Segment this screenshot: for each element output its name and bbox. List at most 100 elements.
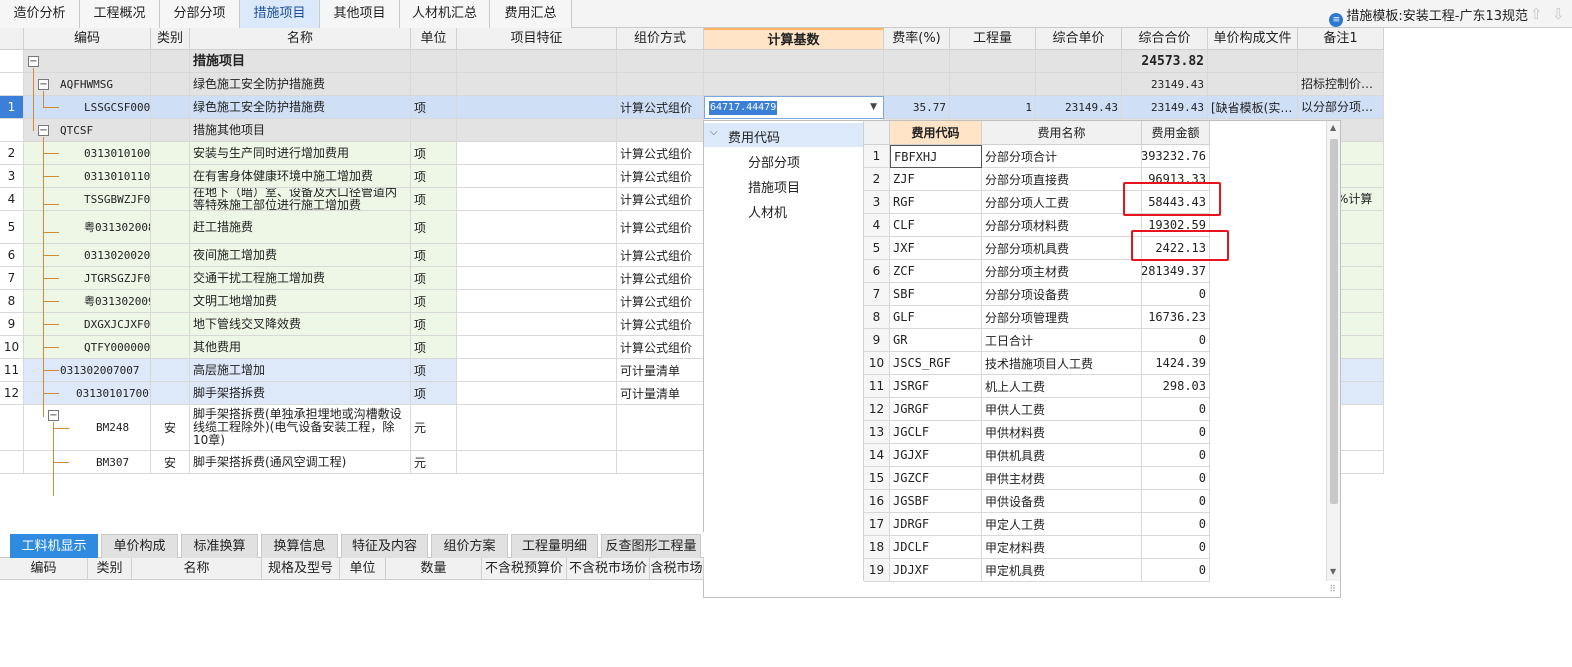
popup-fee-code[interactable]: JGCLF [890, 421, 982, 444]
popup-fee-code[interactable]: GR [890, 329, 982, 352]
column-header-7[interactable]: 计算基数 [704, 28, 884, 50]
column-header-9[interactable]: 工程量 [950, 28, 1036, 50]
scroll-thumb[interactable] [1330, 139, 1338, 504]
cell-uprice[interactable] [1036, 50, 1122, 73]
popup-fee-amount[interactable]: 0 [1142, 490, 1210, 513]
popup-fee-code[interactable]: JSCS_RGF [890, 352, 982, 375]
popup-fee-code[interactable]: JGSBF [890, 490, 982, 513]
cell-unit[interactable]: 项 [411, 290, 457, 313]
cell-name[interactable]: 绿色施工安全防护措施费 [190, 96, 411, 119]
cell-rate[interactable] [884, 50, 950, 73]
cell-note[interactable]: 以分部分项… [1298, 96, 1384, 119]
cell-name[interactable]: 其他费用 [190, 336, 411, 359]
cell-type[interactable] [151, 244, 190, 267]
cell-note[interactable]: 招标控制价… [1298, 73, 1384, 96]
cell-rate[interactable]: 35.77 [884, 96, 950, 119]
bottom-header-1[interactable]: 类别 [88, 558, 132, 580]
cell-type[interactable] [151, 290, 190, 313]
cell-base[interactable] [704, 73, 884, 96]
popup-fee-name[interactable]: 甲供设备费 [982, 490, 1142, 513]
popup-fee-name[interactable]: 技术措施项目人工费 [982, 352, 1142, 375]
cell-name[interactable]: 文明工地增加费 [190, 290, 411, 313]
popup-scrollbar[interactable]: ▲ ▼ [1326, 121, 1340, 581]
popup-fee-name[interactable]: 分部分项管理费 [982, 306, 1142, 329]
cell-type[interactable] [151, 165, 190, 188]
popup-fee-code[interactable]: JGJXF [890, 444, 982, 467]
popup-fee-code[interactable]: ZJF [890, 168, 982, 191]
cell-name[interactable]: 安装与生产同时进行增加费用 [190, 142, 411, 165]
cell-method[interactable]: 计算公式组价 [617, 165, 704, 188]
bottom-header-7[interactable]: 不含税市场价 [567, 558, 650, 580]
cell-code[interactable] [24, 50, 151, 73]
cell-unit[interactable]: 项 [411, 382, 457, 405]
bottom-header-5[interactable]: 数量 [386, 558, 482, 580]
top-tab-4[interactable]: 其他项目 [320, 0, 400, 28]
tree-item-fbfx[interactable]: 分部分项 [748, 152, 800, 171]
column-header-2[interactable]: 类别 [151, 28, 190, 50]
bottom-header-6[interactable]: 不含税预算价 [482, 558, 567, 580]
cell-unit[interactable]: 项 [411, 313, 457, 336]
cell-feature[interactable] [457, 336, 617, 359]
cell-unit[interactable]: 项 [411, 244, 457, 267]
bottom-header-4[interactable]: 单位 [340, 558, 386, 580]
cell-total[interactable]: 24573.82 [1122, 50, 1208, 73]
popup-fee-amount[interactable]: 0 [1142, 398, 1210, 421]
scroll-up-icon[interactable]: ▲ [1330, 123, 1336, 132]
popup-fee-name[interactable]: 甲供主材费 [982, 467, 1142, 490]
cell-type[interactable] [151, 211, 190, 244]
popup-fee-amount[interactable]: 0 [1142, 513, 1210, 536]
popup-fee-amount[interactable]: 16736.23 [1142, 306, 1210, 329]
cell-feature[interactable] [457, 73, 617, 96]
cell-name[interactable]: 脚手架搭拆费(单独承担埋地或沟槽敷设线缆工程除外)(电气设备安装工程，除10章) [190, 405, 411, 451]
column-header-8[interactable]: 费率(%) [884, 28, 950, 50]
cell-method[interactable]: 计算公式组价 [617, 290, 704, 313]
cell-type[interactable] [151, 96, 190, 119]
tree-collapse-icon[interactable]: ⌵ [710, 127, 718, 138]
popup-fee-name[interactable]: 甲供人工费 [982, 398, 1142, 421]
popup-fee-code[interactable]: JGZCF [890, 467, 982, 490]
popup-header-2[interactable]: 费用金额 [1142, 121, 1210, 145]
cell-code[interactable]: BM307 [24, 451, 151, 474]
cell-unit[interactable]: 项 [411, 188, 457, 211]
popup-fee-code[interactable]: JDCLF [890, 536, 982, 559]
cell-type[interactable]: 安 [151, 451, 190, 474]
cell-qty[interactable] [950, 73, 1036, 96]
popup-fee-name[interactable]: 甲供材料费 [982, 421, 1142, 444]
cell-name[interactable]: 交通干扰工程施工增加费 [190, 267, 411, 290]
cell-type[interactable] [151, 267, 190, 290]
tree-root-label[interactable]: 费用代码 [728, 127, 780, 146]
popup-fee-code[interactable]: JDRGF [890, 513, 982, 536]
cell-type[interactable]: 安 [151, 405, 190, 451]
popup-fee-amount[interactable]: 1424.39 [1142, 352, 1210, 375]
top-tab-3[interactable]: 措施项目 [240, 0, 320, 28]
collapse-root-icon[interactable]: − [28, 56, 39, 67]
top-tab-1[interactable]: 工程概况 [80, 0, 160, 28]
move-up-icon[interactable]: ⇧ [1530, 5, 1543, 23]
popup-fee-name[interactable]: 甲定材料费 [982, 536, 1142, 559]
popup-fee-name[interactable]: 分部分项材料费 [982, 214, 1142, 237]
cell-type[interactable] [151, 142, 190, 165]
cell-name[interactable]: 措施其他项目 [190, 119, 411, 142]
column-header-4[interactable]: 单位 [411, 28, 457, 50]
bottom-tab-5[interactable]: 组价方案 [431, 534, 508, 558]
cell-name[interactable]: 在地下（暗）室、设备及大口径管道内等特殊施工部位进行施工增加费 [190, 188, 411, 211]
popup-header-1[interactable]: 费用名称 [982, 121, 1142, 145]
cell-file[interactable] [1208, 50, 1298, 73]
bottom-tab-1[interactable]: 单价构成 [101, 534, 178, 558]
cell-method[interactable] [617, 50, 704, 73]
top-tab-5[interactable]: 人材机汇总 [400, 0, 490, 28]
cell-method[interactable]: 计算公式组价 [617, 96, 704, 119]
popup-fee-amount[interactable]: 0 [1142, 536, 1210, 559]
chevron-down-icon[interactable]: ▼ [870, 102, 877, 112]
cell-name[interactable]: 绿色施工安全防护措施费 [190, 73, 411, 96]
cell-feature[interactable] [457, 405, 617, 451]
column-header-0[interactable] [0, 28, 24, 50]
popup-fee-amount[interactable]: 0 [1142, 329, 1210, 352]
bottom-tab-0[interactable]: 工料机显示 [10, 534, 98, 558]
cell-method[interactable]: 计算公式组价 [617, 188, 704, 211]
popup-fee-amount[interactable]: 0 [1142, 467, 1210, 490]
cell-type[interactable] [151, 336, 190, 359]
cell-feature[interactable] [457, 96, 617, 119]
popup-fee-code[interactable]: JXF [890, 237, 982, 260]
collapse-qtcsf-icon[interactable]: − [38, 125, 49, 136]
